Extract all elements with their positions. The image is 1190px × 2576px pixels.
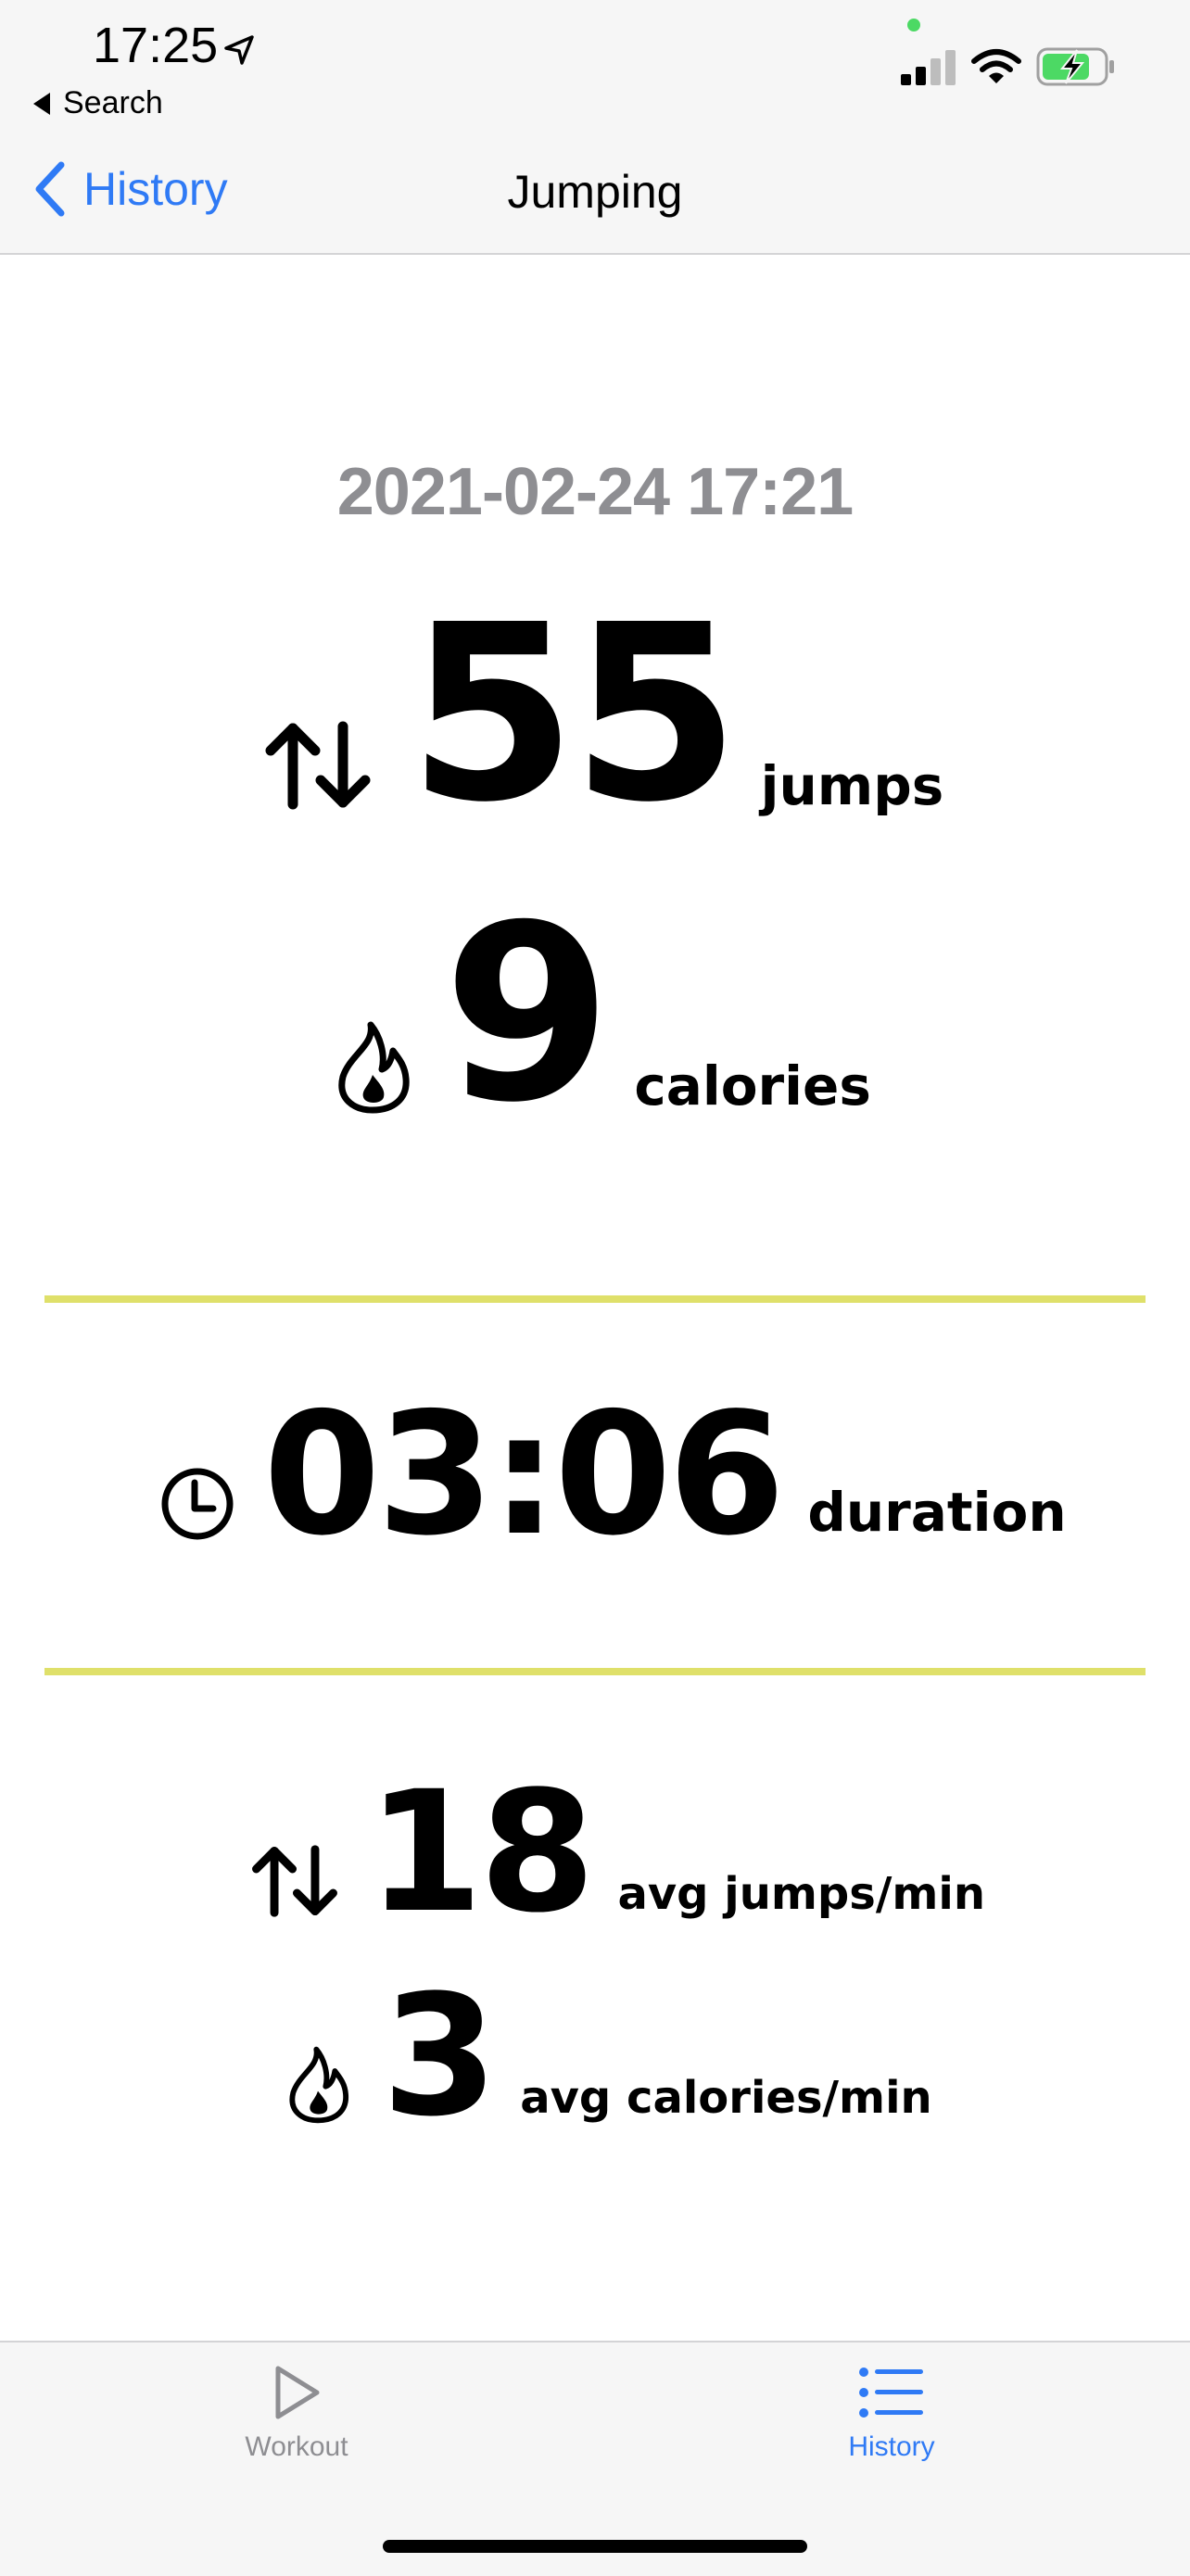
avg-jumps-metric: 18 avg jumps/min <box>250 1770 985 1937</box>
flame-icon <box>338 1021 410 1114</box>
avg-calories-unit: avg calories/min <box>520 2072 932 2124</box>
avg-jumps-value: 18 <box>367 1756 595 1950</box>
back-triangle-icon <box>33 92 50 115</box>
home-indicator[interactable] <box>383 2540 807 2553</box>
status-time: 17:25 <box>93 18 219 73</box>
status-bar: 17:25 Search <box>0 0 1190 139</box>
up-down-arrows-icon <box>252 1845 337 1917</box>
cellular-signal-icon <box>901 50 956 85</box>
battery-charging-icon <box>1036 47 1114 86</box>
tab-history[interactable]: History <box>753 2363 1031 2463</box>
location-arrow-icon <box>224 35 254 65</box>
back-to-app-link[interactable]: Search <box>33 85 163 121</box>
back-to-app-label: Search <box>63 85 163 120</box>
wifi-icon <box>971 49 1021 83</box>
jumps-metric: 55 jumps <box>263 593 943 836</box>
calories-metric: 9 calories <box>334 893 871 1136</box>
jumps-value: 55 <box>408 573 741 855</box>
calories-unit: calories <box>634 1054 871 1118</box>
tab-history-label: History <box>848 2431 935 2462</box>
avg-calories-metric: 3 avg calories/min <box>285 1974 932 2140</box>
tab-workout-label: Workout <box>245 2431 348 2462</box>
flame-icon <box>289 2046 348 2124</box>
duration-value: 03:06 <box>263 1376 785 1572</box>
navigation-bar: History Jumping <box>0 139 1190 255</box>
play-icon <box>275 2366 320 2419</box>
calories-value: 9 <box>443 873 612 1155</box>
page-title: Jumping <box>507 166 683 218</box>
up-down-arrows-icon <box>265 721 371 810</box>
section-divider-top <box>44 1295 1146 1303</box>
tab-bar: Workout History <box>0 2341 1190 2576</box>
tab-workout[interactable]: Workout <box>158 2363 436 2463</box>
workout-date: 2021-02-24 17:21 <box>336 455 854 529</box>
privacy-indicator-dot <box>907 19 920 32</box>
duration-unit: duration <box>807 1481 1067 1544</box>
duration-metric: 03:06 duration <box>159 1390 1067 1559</box>
clock-icon <box>161 1468 234 1540</box>
jumps-unit: jumps <box>760 754 944 817</box>
section-divider-bottom <box>44 1668 1146 1675</box>
avg-jumps-unit: avg jumps/min <box>617 1868 986 1920</box>
list-icon <box>859 2368 923 2418</box>
avg-calories-value: 3 <box>382 1960 498 2153</box>
